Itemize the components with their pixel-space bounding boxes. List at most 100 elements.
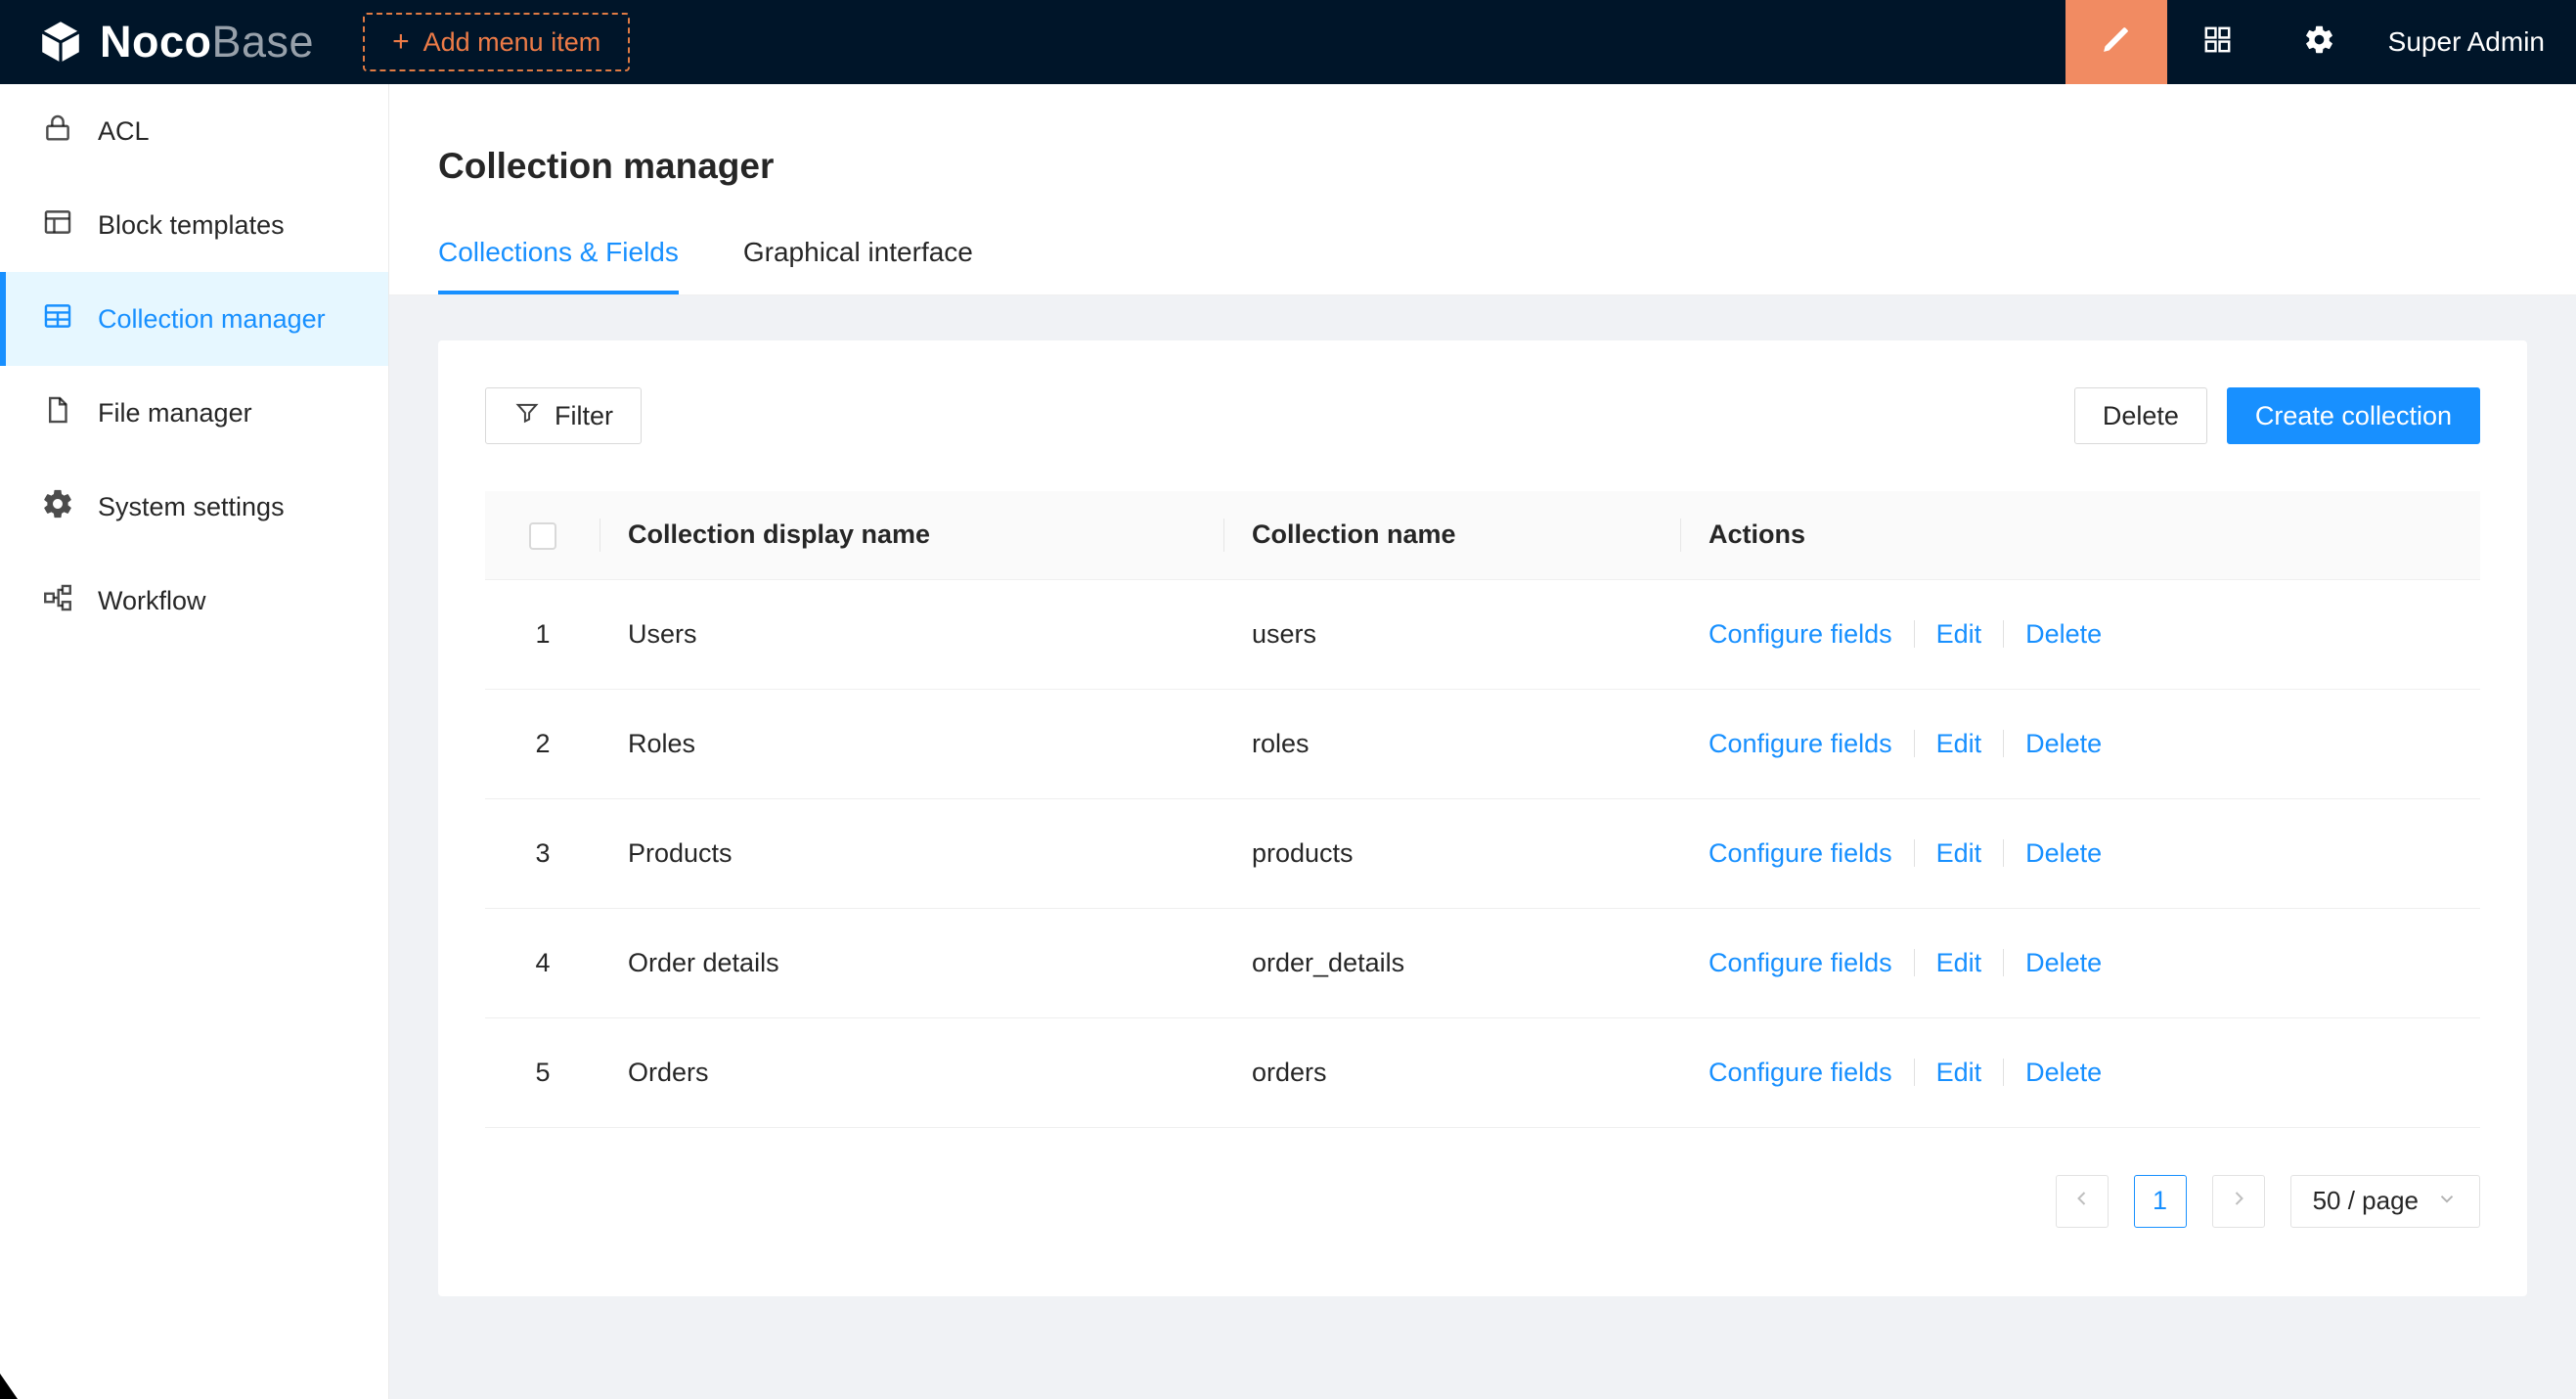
pagination-next-button[interactable] <box>2212 1175 2265 1228</box>
configure-fields-link[interactable]: Configure fields <box>1709 948 1892 978</box>
delete-link[interactable]: Delete <box>2025 1058 2102 1088</box>
pagination-page-1[interactable]: 1 <box>2134 1175 2187 1228</box>
sidebar-item-label: Block templates <box>98 210 285 241</box>
top-header: NocoBase + Add menu item Super <box>0 0 2576 84</box>
layout-icon <box>41 205 74 246</box>
divider <box>1914 839 1915 867</box>
table-row: 4 Order details order_details Configure … <box>485 908 2480 1017</box>
row-actions: Configure fields Edit Delete <box>1709 948 2453 978</box>
configure-fields-link[interactable]: Configure fields <box>1709 838 1892 869</box>
tab-graphical-interface[interactable]: Graphical interface <box>743 237 973 294</box>
sidebar-item-collection-manager[interactable]: Collection manager <box>0 272 388 366</box>
table-icon <box>41 299 74 339</box>
system-settings-button[interactable] <box>2269 0 2371 84</box>
sidebar-item-file-manager[interactable]: File manager <box>0 366 388 460</box>
edit-link[interactable]: Edit <box>1936 729 1982 759</box>
configure-fields-link[interactable]: Configure fields <box>1709 619 1892 650</box>
card-toolbar: Filter Delete Create collection <box>485 387 2480 444</box>
edit-link[interactable]: Edit <box>1936 948 1982 978</box>
cell-display-name: Order details <box>600 908 1224 1017</box>
file-icon <box>41 393 74 433</box>
add-menu-item-button[interactable]: + Add menu item <box>363 13 630 71</box>
table-row: 5 Orders orders Configure fields Edit De… <box>485 1017 2480 1127</box>
edit-link[interactable]: Edit <box>1936 838 1982 869</box>
chevron-right-icon <box>2227 1187 2250 1215</box>
nocobase-logo-icon <box>37 19 84 66</box>
chevron-down-icon <box>2436 1186 2458 1216</box>
brand[interactable]: NocoBase <box>37 17 314 68</box>
table-row: 3 Products products Configure fields Edi… <box>485 798 2480 908</box>
column-display-name: Collection display name <box>600 491 1224 579</box>
filter-icon <box>513 399 541 433</box>
row-actions: Configure fields Edit Delete <box>1709 838 2453 869</box>
row-actions: Configure fields Edit Delete <box>1709 619 2453 650</box>
sidebar-item-system-settings[interactable]: System settings <box>0 460 388 554</box>
sidebar-item-label: System settings <box>98 492 285 522</box>
grid-icon <box>2201 23 2234 61</box>
divider <box>2003 1059 2004 1086</box>
content-area: Filter Delete Create collection Coll <box>389 295 2576 1399</box>
sidebar-item-label: File manager <box>98 398 252 429</box>
sidebar-item-workflow[interactable]: Workflow <box>0 554 388 648</box>
cursor-artifact <box>0 1374 18 1399</box>
select-all-checkbox[interactable] <box>529 522 556 550</box>
lock-icon <box>41 112 74 152</box>
edit-link[interactable]: Edit <box>1936 1058 1982 1088</box>
gear-icon <box>2303 23 2335 61</box>
sidebar-item-acl[interactable]: ACL <box>0 84 388 178</box>
page-header: Collection manager Collections & Fields … <box>389 84 2576 295</box>
row-actions: Configure fields Edit Delete <box>1709 729 2453 759</box>
cell-name: users <box>1224 579 1681 689</box>
column-name: Collection name <box>1224 491 1681 579</box>
toolbar-right: Delete Create collection <box>2074 387 2480 444</box>
divider <box>2003 949 2004 976</box>
workflow-icon <box>41 581 74 621</box>
delete-link[interactable]: Delete <box>2025 729 2102 759</box>
page-size-select[interactable]: 50 / page <box>2290 1175 2480 1228</box>
user-menu[interactable]: Super Admin <box>2371 26 2576 58</box>
delete-link[interactable]: Delete <box>2025 619 2102 650</box>
row-actions: Configure fields Edit Delete <box>1709 1058 2453 1088</box>
table-row: 1 Users users Configure fields Edit Dele… <box>485 579 2480 689</box>
plus-icon: + <box>392 27 410 57</box>
plugin-manager-button[interactable] <box>2167 0 2269 84</box>
sidebar-item-label: Collection manager <box>98 304 326 335</box>
main-area: Collection manager Collections & Fields … <box>389 84 2576 1399</box>
delete-link[interactable]: Delete <box>2025 838 2102 869</box>
row-index: 2 <box>485 689 600 798</box>
cell-name: roles <box>1224 689 1681 798</box>
cell-display-name: Orders <box>600 1017 1224 1127</box>
brand-text: NocoBase <box>100 17 314 68</box>
sidebar-item-block-templates[interactable]: Block templates <box>0 178 388 272</box>
tab-bar: Collections & Fields Graphical interface <box>438 237 2576 294</box>
ui-editor-button[interactable] <box>2065 0 2167 84</box>
sidebar-item-label: ACL <box>98 116 150 147</box>
app-root: NocoBase + Add menu item Super <box>0 0 2576 1399</box>
row-index: 4 <box>485 908 600 1017</box>
filter-button[interactable]: Filter <box>485 387 642 444</box>
sidebar-item-label: Workflow <box>98 586 206 616</box>
delete-link[interactable]: Delete <box>2025 948 2102 978</box>
pagination-prev-button[interactable] <box>2056 1175 2109 1228</box>
row-index: 5 <box>485 1017 600 1127</box>
divider <box>2003 839 2004 867</box>
cell-display-name: Users <box>600 579 1224 689</box>
edit-link[interactable]: Edit <box>1936 619 1982 650</box>
divider <box>1914 949 1915 976</box>
delete-button[interactable]: Delete <box>2074 387 2207 444</box>
collections-table: Collection display name Collection name … <box>485 491 2480 1128</box>
collections-card: Filter Delete Create collection Coll <box>438 340 2527 1296</box>
cell-name: order_details <box>1224 908 1681 1017</box>
tab-collections-fields[interactable]: Collections & Fields <box>438 237 679 294</box>
column-actions: Actions <box>1681 491 2480 579</box>
configure-fields-link[interactable]: Configure fields <box>1709 1058 1892 1088</box>
table-header-row: Collection display name Collection name … <box>485 491 2480 579</box>
gear-icon <box>41 487 74 527</box>
configure-fields-link[interactable]: Configure fields <box>1709 729 1892 759</box>
divider <box>2003 730 2004 757</box>
pagination: 1 50 / page <box>485 1175 2480 1228</box>
create-collection-button[interactable]: Create collection <box>2227 387 2480 444</box>
header-right: Super Admin <box>2065 0 2576 84</box>
divider <box>1914 1059 1915 1086</box>
divider <box>1914 730 1915 757</box>
